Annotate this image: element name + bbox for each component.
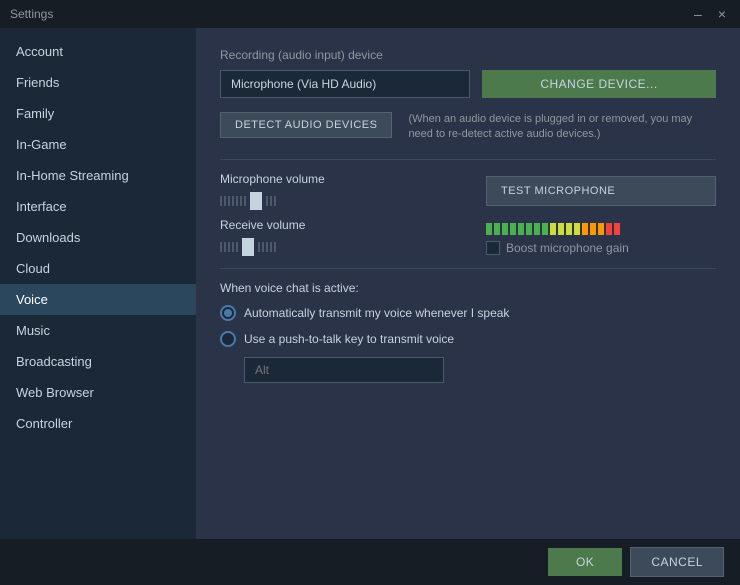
divider-1 [220,159,716,160]
sidebar-item-in-game[interactable]: In-Game [0,129,196,160]
receive-volume-label: Receive volume [220,218,470,232]
settings-window: Settings – × Account Friends Family In-G… [0,0,740,585]
titlebar: Settings – × [0,0,740,28]
mic-volume-slider[interactable] [220,192,470,210]
tick [240,196,242,206]
tick [258,242,260,252]
vol-bar [486,223,492,235]
detect-audio-button[interactable]: DETECT AUDIO DEVICES [220,112,392,138]
mic-volume-label: Microphone volume [220,172,470,186]
radio-button-1[interactable] [220,305,236,321]
tick [270,196,272,206]
vol-bar [502,223,508,235]
vol-bar [566,223,572,235]
vol-bar [614,223,620,235]
sidebar-item-web-browser[interactable]: Web Browser [0,377,196,408]
detect-note: (When an audio device is plugged in or r… [408,112,708,143]
radio-button-2[interactable] [220,331,236,347]
tick [228,242,230,252]
tick [232,242,234,252]
boost-mic-row: Boost microphone gain [486,241,716,255]
sidebar-item-broadcasting[interactable]: Broadcasting [0,346,196,377]
tick [244,196,246,206]
slider-thumb[interactable] [250,192,262,210]
sidebar-item-in-home-streaming[interactable]: In-Home Streaming [0,160,196,191]
sidebar-item-account[interactable]: Account [0,36,196,67]
tick [220,242,222,252]
tick [274,196,276,206]
voice-active-label: When voice chat is active: [220,281,716,295]
radio-dot-1 [224,309,232,317]
sidebar: Account Friends Family In-Game In-Home S… [0,28,196,539]
vol-bar [518,223,524,235]
mic-volume-left: Microphone volume [220,172,470,210]
main-panel: Recording (audio input) device CHANGE DE… [196,28,740,539]
content-area: Account Friends Family In-Game In-Home S… [0,28,740,539]
tick [270,242,272,252]
vol-bar [558,223,564,235]
vol-bar [590,223,596,235]
device-input[interactable] [220,70,470,98]
sidebar-item-cloud[interactable]: Cloud [0,253,196,284]
slider-thumb-2[interactable] [242,238,254,256]
boost-mic-checkbox[interactable] [486,241,500,255]
ok-button[interactable]: OK [548,548,622,576]
vol-bar [534,223,540,235]
vol-bar [494,223,500,235]
vol-bar [574,223,580,235]
device-row: CHANGE DEVICE... [220,70,716,98]
receive-volume-slider[interactable] [220,238,470,256]
radio-label-1: Automatically transmit my voice whenever… [244,306,509,320]
close-button[interactable]: × [714,6,730,22]
receive-volume-section: Receive volume [220,218,716,256]
detect-row: DETECT AUDIO DEVICES (When an audio devi… [220,112,716,143]
tick [266,242,268,252]
radio-auto-transmit[interactable]: Automatically transmit my voice whenever… [220,305,716,321]
tick [220,196,222,206]
sidebar-item-downloads[interactable]: Downloads [0,222,196,253]
vol-bar [550,223,556,235]
sidebar-item-interface[interactable]: Interface [0,191,196,222]
radio-push-to-talk[interactable]: Use a push-to-talk key to transmit voice [220,331,716,347]
tick [266,196,268,206]
tick [236,242,238,252]
tick [224,242,226,252]
receive-volume-right: Boost microphone gain [486,219,716,255]
sidebar-item-friends[interactable]: Friends [0,67,196,98]
minimize-button[interactable]: – [690,6,706,22]
vol-bar [582,223,588,235]
mic-volume-section: Microphone volume [220,172,716,210]
test-microphone-button[interactable]: TEST MICROPHONE [486,176,716,206]
tick [224,196,226,206]
footer: OK CANCEL [0,539,740,585]
receive-volume-left: Receive volume [220,218,470,256]
vol-bar [526,223,532,235]
vol-bar [542,223,548,235]
mic-volume-right: TEST MICROPHONE [486,176,716,206]
sidebar-item-music[interactable]: Music [0,315,196,346]
tick [236,196,238,206]
voice-section: When voice chat is active: Automatically… [220,281,716,383]
vol-bar [510,223,516,235]
change-device-button[interactable]: CHANGE DEVICE... [482,70,716,98]
divider-2 [220,268,716,269]
tick [262,242,264,252]
tick [228,196,230,206]
vol-bar [606,223,612,235]
sidebar-item-controller[interactable]: Controller [0,408,196,439]
volume-meter [486,219,716,235]
boost-mic-label: Boost microphone gain [506,241,629,255]
tick [274,242,276,252]
recording-label: Recording (audio input) device [220,48,716,62]
radio-label-2: Use a push-to-talk key to transmit voice [244,332,454,346]
sidebar-item-family[interactable]: Family [0,98,196,129]
cancel-button[interactable]: CANCEL [630,547,724,577]
sidebar-item-voice[interactable]: Voice [0,284,196,315]
push-to-talk-key-input[interactable] [244,357,444,383]
titlebar-controls: – × [690,6,730,22]
vol-bar [598,223,604,235]
window-title: Settings [10,7,690,21]
tick [232,196,234,206]
